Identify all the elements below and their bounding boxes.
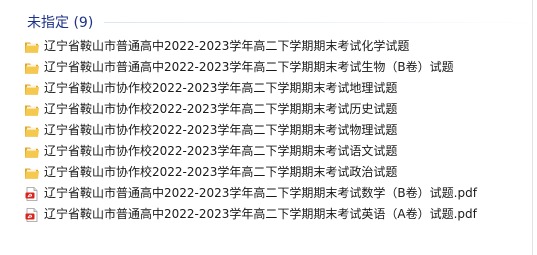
- file-name: 辽宁省鞍山市协作校2022-2023学年高二下学期期末考试历史试题: [44, 102, 398, 116]
- file-item[interactable]: 辽宁省鞍山市普通高中2022-2023学年高二下学期期末考试数学（B卷）试题.p…: [24, 183, 477, 204]
- file-list: 辽宁省鞍山市普通高中2022-2023学年高二下学期期末考试化学试题 辽宁省鞍山…: [24, 36, 477, 225]
- file-name: 辽宁省鞍山市普通高中2022-2023学年高二下学期期末考试数学（B卷）试题.p…: [44, 186, 477, 200]
- file-item[interactable]: 辽宁省鞍山市协作校2022-2023学年高二下学期期末考试地理试题: [24, 78, 477, 99]
- pdf-icon: [24, 186, 40, 202]
- file-item[interactable]: 辽宁省鞍山市协作校2022-2023学年高二下学期期末考试历史试题: [24, 99, 477, 120]
- file-name: 辽宁省鞍山市普通高中2022-2023学年高二下学期期末考试生物（B卷）试题: [44, 60, 454, 74]
- folder-icon: [24, 144, 40, 160]
- file-item[interactable]: 辽宁省鞍山市普通高中2022-2023学年高二下学期期末考试化学试题: [24, 36, 477, 57]
- file-item[interactable]: 辽宁省鞍山市协作校2022-2023学年高二下学期期末考试物理试题: [24, 120, 477, 141]
- folder-icon: [24, 39, 40, 55]
- folder-icon: [24, 123, 40, 139]
- file-name: 辽宁省鞍山市协作校2022-2023学年高二下学期期末考试地理试题: [44, 81, 398, 95]
- file-item[interactable]: 辽宁省鞍山市普通高中2022-2023学年高二下学期期末考试英语（A卷）试题.p…: [24, 204, 477, 225]
- folder-icon: [24, 81, 40, 97]
- pane-divider: [532, 0, 533, 255]
- file-name: 辽宁省鞍山市协作校2022-2023学年高二下学期期末考试语文试题: [44, 144, 398, 158]
- file-explorer-pane: 未指定 (9) 辽宁省鞍山市普通高中2022-2023学年高二下学期期末考试化学…: [0, 0, 537, 255]
- group-header-divider: [104, 22, 537, 23]
- file-name: 辽宁省鞍山市协作校2022-2023学年高二下学期期末考试政治试题: [44, 165, 398, 179]
- file-item[interactable]: 辽宁省鞍山市协作校2022-2023学年高二下学期期末考试语文试题: [24, 141, 477, 162]
- file-item[interactable]: 辽宁省鞍山市协作校2022-2023学年高二下学期期末考试政治试题: [24, 162, 477, 183]
- file-name: 辽宁省鞍山市普通高中2022-2023学年高二下学期期末考试化学试题: [44, 39, 410, 53]
- file-name: 辽宁省鞍山市普通高中2022-2023学年高二下学期期末考试英语（A卷）试题.p…: [44, 207, 477, 221]
- group-header-title: 未指定 (9): [27, 15, 94, 31]
- pdf-icon: [24, 207, 40, 223]
- folder-icon: [24, 102, 40, 118]
- group-header[interactable]: 未指定 (9): [27, 12, 93, 32]
- file-name: 辽宁省鞍山市协作校2022-2023学年高二下学期期末考试物理试题: [44, 123, 398, 137]
- folder-icon: [24, 165, 40, 181]
- file-item[interactable]: 辽宁省鞍山市普通高中2022-2023学年高二下学期期末考试生物（B卷）试题: [24, 57, 477, 78]
- folder-icon: [24, 60, 40, 76]
